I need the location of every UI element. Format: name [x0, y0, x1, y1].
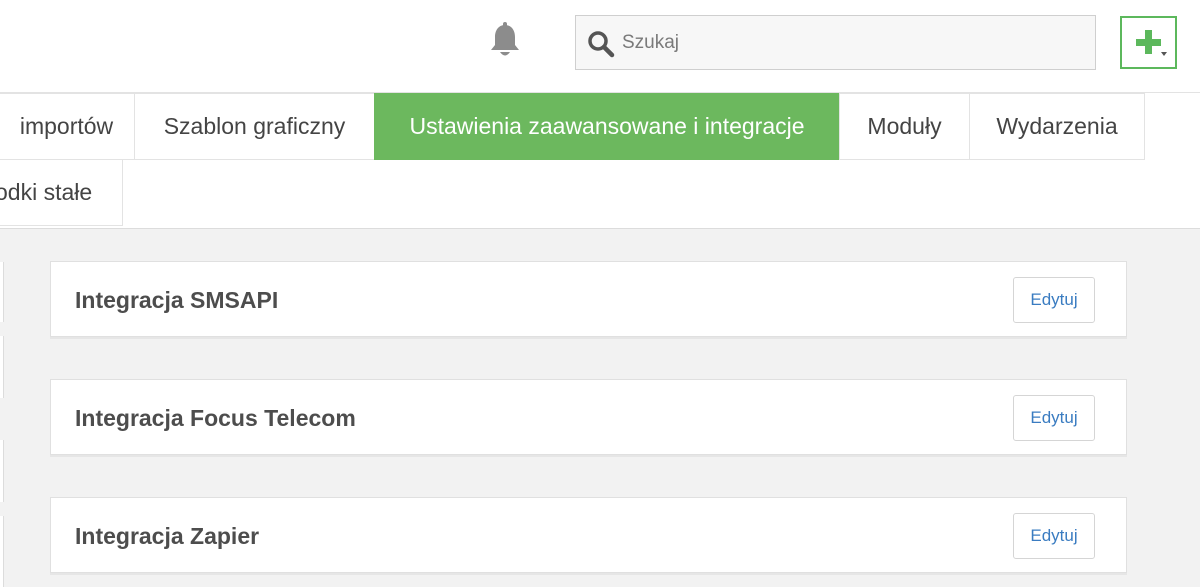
tab-label: Moduły — [867, 113, 942, 139]
tab-label: Szablon graficzny — [163, 113, 346, 139]
tab-moduly[interactable]: Moduły — [839, 93, 970, 160]
tab-label: Wydarzenia — [996, 113, 1118, 139]
tab-label: Ustawienia zaawansowane i integracje — [409, 113, 805, 139]
left-panel-edge — [0, 440, 4, 502]
left-panel-edge — [0, 516, 4, 587]
integration-card-zapier: Integracja Zapier Edytuj — [50, 497, 1127, 573]
add-new-button[interactable] — [1120, 16, 1177, 69]
integration-title: Integracja Focus Telecom — [75, 404, 356, 431]
tab-wydarzenia[interactable]: Wydarzenia — [969, 93, 1145, 160]
integration-card-focus-telecom: Integracja Focus Telecom Edytuj — [50, 379, 1127, 455]
left-panel-edge — [0, 262, 4, 322]
edit-button[interactable]: Edytuj — [1013, 277, 1095, 323]
tab-label: odki stałe — [0, 179, 93, 205]
left-panel-edge — [0, 336, 4, 398]
search-box[interactable] — [575, 15, 1096, 70]
integration-title: Integracja SMSAPI — [75, 286, 279, 313]
top-bar — [0, 0, 1200, 92]
search-icon — [586, 29, 616, 59]
integration-title: Integracja Zapier — [75, 522, 260, 549]
tab-ustawienia-zaawansowane[interactable]: Ustawienia zaawansowane i integracje — [374, 93, 840, 160]
tab-szablon-graficzny[interactable]: Szablon graficzny — [134, 93, 375, 160]
tab-importow[interactable]: importów — [0, 93, 135, 160]
edit-button[interactable]: Edytuj — [1013, 513, 1095, 559]
integration-card-smsapi: Integracja SMSAPI Edytuj — [50, 261, 1127, 337]
edit-button[interactable]: Edytuj — [1013, 395, 1095, 441]
tab-label: importów — [19, 113, 114, 139]
search-input[interactable] — [622, 16, 1082, 69]
settings-tabs: importów Szablon graficzny Ustawienia za… — [0, 92, 1200, 229]
tab-srodki-stale[interactable]: odki stałe — [0, 159, 123, 226]
bell-icon[interactable] — [488, 22, 522, 60]
